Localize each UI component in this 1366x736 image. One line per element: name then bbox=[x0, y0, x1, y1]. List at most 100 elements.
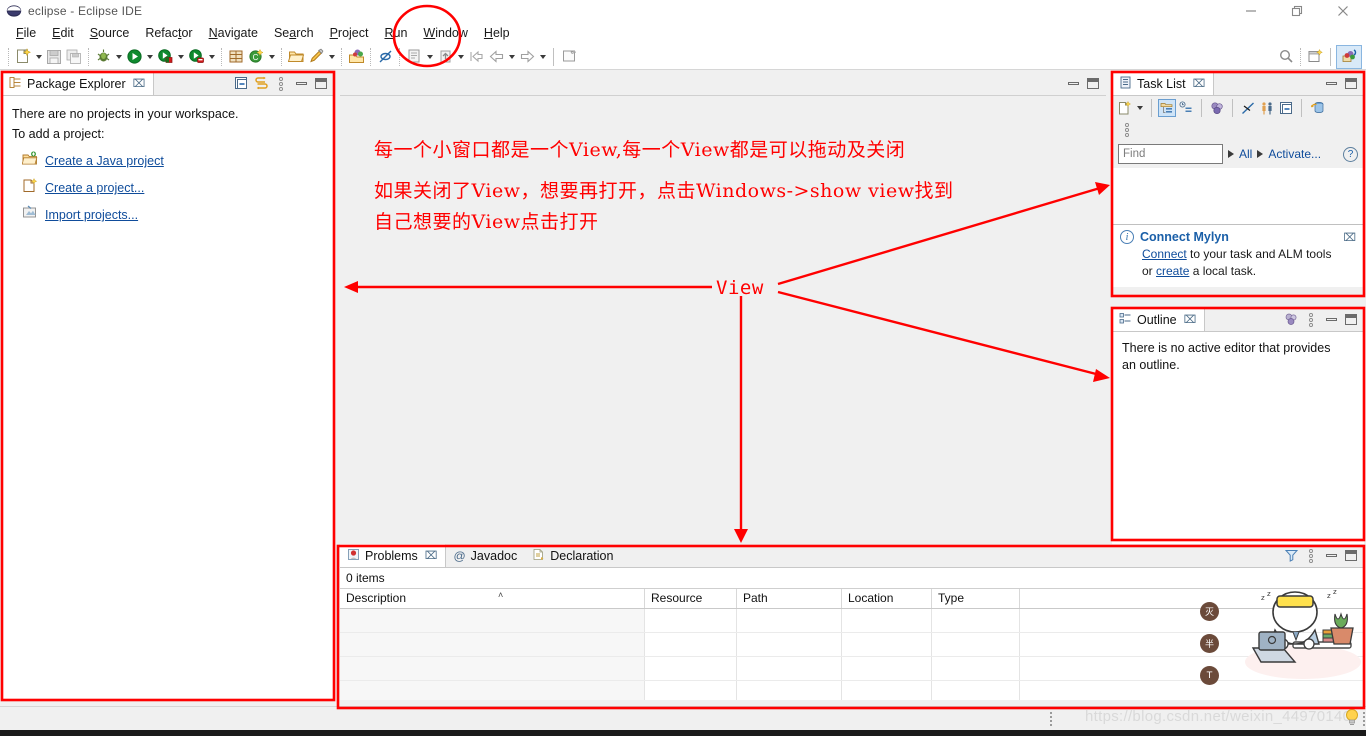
restore-tasks-icon[interactable] bbox=[1308, 99, 1326, 117]
debug-dropdown-icon[interactable] bbox=[113, 47, 124, 67]
menu-navigate[interactable]: Navigate bbox=[201, 24, 266, 42]
restore-button[interactable] bbox=[1274, 0, 1320, 22]
view-menu-icon[interactable] bbox=[1302, 311, 1320, 329]
column-header-resource[interactable]: Resource bbox=[645, 589, 737, 608]
run-dropdown-icon[interactable] bbox=[144, 47, 155, 67]
view-menu-icon[interactable] bbox=[1302, 547, 1320, 565]
toolbar-debug[interactable] bbox=[93, 45, 124, 69]
collapse-all-icon[interactable] bbox=[232, 75, 250, 93]
toolbar-external-tools[interactable] bbox=[186, 45, 217, 69]
create-project-row[interactable]: Create a project... bbox=[12, 178, 324, 198]
run-coverage-dropdown-icon[interactable] bbox=[175, 47, 186, 67]
new-task-icon[interactable] bbox=[1115, 99, 1133, 117]
close-icon[interactable]: ⌧ bbox=[1184, 314, 1197, 326]
create-java-project-link[interactable]: Create a Java project bbox=[45, 154, 164, 168]
minimize-icon[interactable] bbox=[1322, 75, 1340, 93]
close-icon[interactable]: ⌧ bbox=[1343, 231, 1356, 244]
close-icon[interactable]: ⌧ bbox=[1193, 78, 1206, 90]
toolbar-forward[interactable] bbox=[517, 45, 548, 69]
close-button[interactable] bbox=[1320, 0, 1366, 22]
tab-package-explorer[interactable]: Package Explorer ⌧ bbox=[2, 72, 155, 95]
create-java-project-row[interactable]: Create a Java project bbox=[12, 151, 324, 171]
menu-file[interactable]: File bbox=[8, 24, 44, 42]
maximize-icon[interactable] bbox=[312, 75, 330, 93]
create-project-link[interactable]: Create a project... bbox=[45, 181, 144, 195]
new-wizard-dropdown-icon[interactable] bbox=[33, 47, 44, 67]
column-header-type[interactable]: Type bbox=[932, 589, 1020, 608]
close-icon[interactable]: ⌧ bbox=[133, 78, 146, 90]
close-icon[interactable]: ⌧ bbox=[425, 550, 438, 562]
new-task-dropdown-icon[interactable] bbox=[1134, 98, 1145, 118]
toolbar-open-task[interactable] bbox=[346, 45, 366, 69]
task-list-empty-area[interactable] bbox=[1112, 168, 1364, 224]
view-menu-icon[interactable] bbox=[1118, 121, 1136, 139]
toolbar-deactivate-task[interactable] bbox=[375, 45, 395, 69]
open-perspective-icon[interactable] bbox=[1305, 47, 1325, 67]
forward-dropdown-icon[interactable] bbox=[537, 47, 548, 67]
toolbar-next-annotation[interactable] bbox=[435, 45, 466, 69]
show-all-tasks-icon[interactable] bbox=[1258, 99, 1276, 117]
new-annotation-dropdown-icon[interactable] bbox=[326, 47, 337, 67]
menu-run[interactable]: Run bbox=[376, 24, 415, 42]
minimize-icon[interactable] bbox=[1322, 311, 1340, 329]
synchronize-changed-icon[interactable] bbox=[1208, 99, 1226, 117]
toolbar-new-annotation[interactable] bbox=[306, 45, 337, 69]
toolbar-new-untitled-text-file[interactable] bbox=[559, 45, 579, 69]
maximize-icon[interactable] bbox=[1342, 547, 1360, 565]
maximize-icon[interactable] bbox=[1342, 311, 1360, 329]
column-header-location[interactable]: Location bbox=[842, 589, 932, 608]
filter-activate-caret-icon[interactable] bbox=[1257, 150, 1264, 158]
view-menu-icon[interactable] bbox=[272, 75, 290, 93]
open-editor-dropdown-icon[interactable] bbox=[424, 47, 435, 67]
filter-activate-link[interactable]: Activate... bbox=[1268, 147, 1321, 161]
focus-icon[interactable] bbox=[1282, 311, 1300, 329]
create-link[interactable]: create bbox=[1156, 264, 1189, 278]
filter-all-link[interactable]: All bbox=[1239, 147, 1252, 161]
toolbar-new-java-class[interactable]: C bbox=[246, 45, 277, 69]
next-annotation-dropdown-icon[interactable] bbox=[455, 47, 466, 67]
toolbar-open-type[interactable] bbox=[286, 45, 306, 69]
import-projects-row[interactable]: Import projects... bbox=[12, 205, 324, 225]
tab-outline[interactable]: Outline ⌧ bbox=[1112, 308, 1206, 331]
back-dropdown-icon[interactable] bbox=[506, 47, 517, 67]
external-tools-dropdown-icon[interactable] bbox=[206, 47, 217, 67]
toolbar-run-coverage[interactable] bbox=[155, 45, 186, 69]
menu-project[interactable]: Project bbox=[322, 24, 377, 42]
maximize-icon[interactable] bbox=[1084, 75, 1102, 93]
toolbar-new-wizard[interactable] bbox=[13, 45, 44, 69]
quick-access-search-icon[interactable] bbox=[1276, 47, 1296, 67]
lightbulb-icon[interactable] bbox=[1344, 708, 1360, 726]
filter-icon[interactable] bbox=[1282, 547, 1300, 565]
toolbar-save[interactable] bbox=[44, 45, 64, 69]
help-icon[interactable]: ? bbox=[1343, 146, 1358, 162]
new-java-class-dropdown-icon[interactable] bbox=[266, 47, 277, 67]
tab-task-list[interactable]: Task List ⌧ bbox=[1112, 72, 1215, 95]
menu-source[interactable]: Source bbox=[82, 24, 138, 42]
find-input[interactable]: Find bbox=[1118, 144, 1223, 164]
filter-all-caret-icon[interactable] bbox=[1228, 150, 1234, 158]
focus-on-workweek-icon[interactable] bbox=[1239, 99, 1257, 117]
toolbar-save-all[interactable] bbox=[64, 45, 84, 69]
java-perspective-button[interactable] bbox=[1336, 44, 1362, 69]
minimize-icon[interactable] bbox=[292, 75, 310, 93]
toolbar-new-java-package[interactable] bbox=[226, 45, 246, 69]
menu-window[interactable]: Window bbox=[415, 24, 475, 42]
menu-help[interactable]: Help bbox=[476, 24, 518, 42]
tab-problems[interactable]: Problems ⌧ bbox=[340, 544, 447, 567]
toolbar-previous-edit-location[interactable] bbox=[466, 45, 486, 69]
menu-edit[interactable]: Edit bbox=[44, 24, 82, 42]
toolbar-run[interactable] bbox=[124, 45, 155, 69]
connect-link[interactable]: Connect bbox=[1142, 247, 1187, 261]
minimize-icon[interactable] bbox=[1064, 75, 1082, 93]
menu-search[interactable]: Search bbox=[266, 24, 322, 42]
scheduled-mode-icon[interactable] bbox=[1177, 99, 1195, 117]
maximize-icon[interactable] bbox=[1342, 75, 1360, 93]
minimize-button[interactable] bbox=[1228, 0, 1274, 22]
minimize-icon[interactable] bbox=[1322, 547, 1340, 565]
collapse-all-icon[interactable] bbox=[1277, 99, 1295, 117]
toolbar-open-editor[interactable] bbox=[404, 45, 435, 69]
editor-canvas[interactable] bbox=[340, 96, 1106, 542]
toolbar-back[interactable] bbox=[486, 45, 517, 69]
column-header-description[interactable]: Description ˄ bbox=[340, 589, 645, 608]
import-projects-link[interactable]: Import projects... bbox=[45, 208, 138, 222]
